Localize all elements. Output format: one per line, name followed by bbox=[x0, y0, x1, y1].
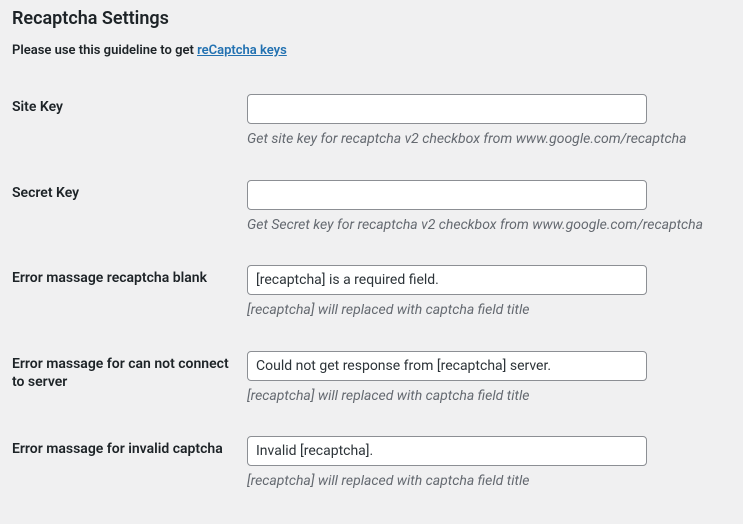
site-key-description: Get site key for recaptcha v2 checkbox f… bbox=[247, 130, 731, 150]
error-invalid-row: Error massage for invalid captcha [recap… bbox=[12, 426, 731, 512]
error-connection-row: Error massage for can not connect to ser… bbox=[12, 341, 731, 427]
error-invalid-label: Error massage for invalid captcha bbox=[12, 426, 247, 512]
site-key-label: Site Key bbox=[12, 84, 247, 170]
error-connection-input[interactable] bbox=[247, 351, 647, 381]
page-title: Recaptcha Settings bbox=[12, 0, 731, 43]
secret-key-input[interactable] bbox=[247, 180, 647, 210]
site-key-input[interactable] bbox=[247, 94, 647, 124]
secret-key-row: Secret Key Get Secret key for recaptcha … bbox=[12, 170, 731, 256]
site-key-row: Site Key Get site key for recaptcha v2 c… bbox=[12, 84, 731, 170]
settings-table: Site Key Get site key for recaptcha v2 c… bbox=[12, 84, 731, 512]
error-blank-label: Error massage recaptcha blank bbox=[12, 255, 247, 341]
guideline-prefix: Please use this guideline to get bbox=[12, 43, 197, 58]
secret-key-description: Get Secret key for recaptcha v2 checkbox… bbox=[247, 216, 731, 236]
error-blank-description: [recaptcha] will replaced with captcha f… bbox=[247, 301, 731, 321]
secret-key-label: Secret Key bbox=[12, 170, 247, 256]
error-invalid-description: [recaptcha] will replaced with captcha f… bbox=[247, 472, 731, 492]
error-invalid-input[interactable] bbox=[247, 436, 647, 466]
error-connection-label: Error massage for can not connect to ser… bbox=[12, 341, 247, 427]
error-connection-description: [recaptcha] will replaced with captcha f… bbox=[247, 387, 731, 407]
error-blank-row: Error massage recaptcha blank [recaptcha… bbox=[12, 255, 731, 341]
error-blank-input[interactable] bbox=[247, 265, 647, 295]
recaptcha-keys-link[interactable]: reCaptcha keys bbox=[197, 43, 287, 58]
guideline-text: Please use this guideline to get reCaptc… bbox=[12, 43, 731, 58]
